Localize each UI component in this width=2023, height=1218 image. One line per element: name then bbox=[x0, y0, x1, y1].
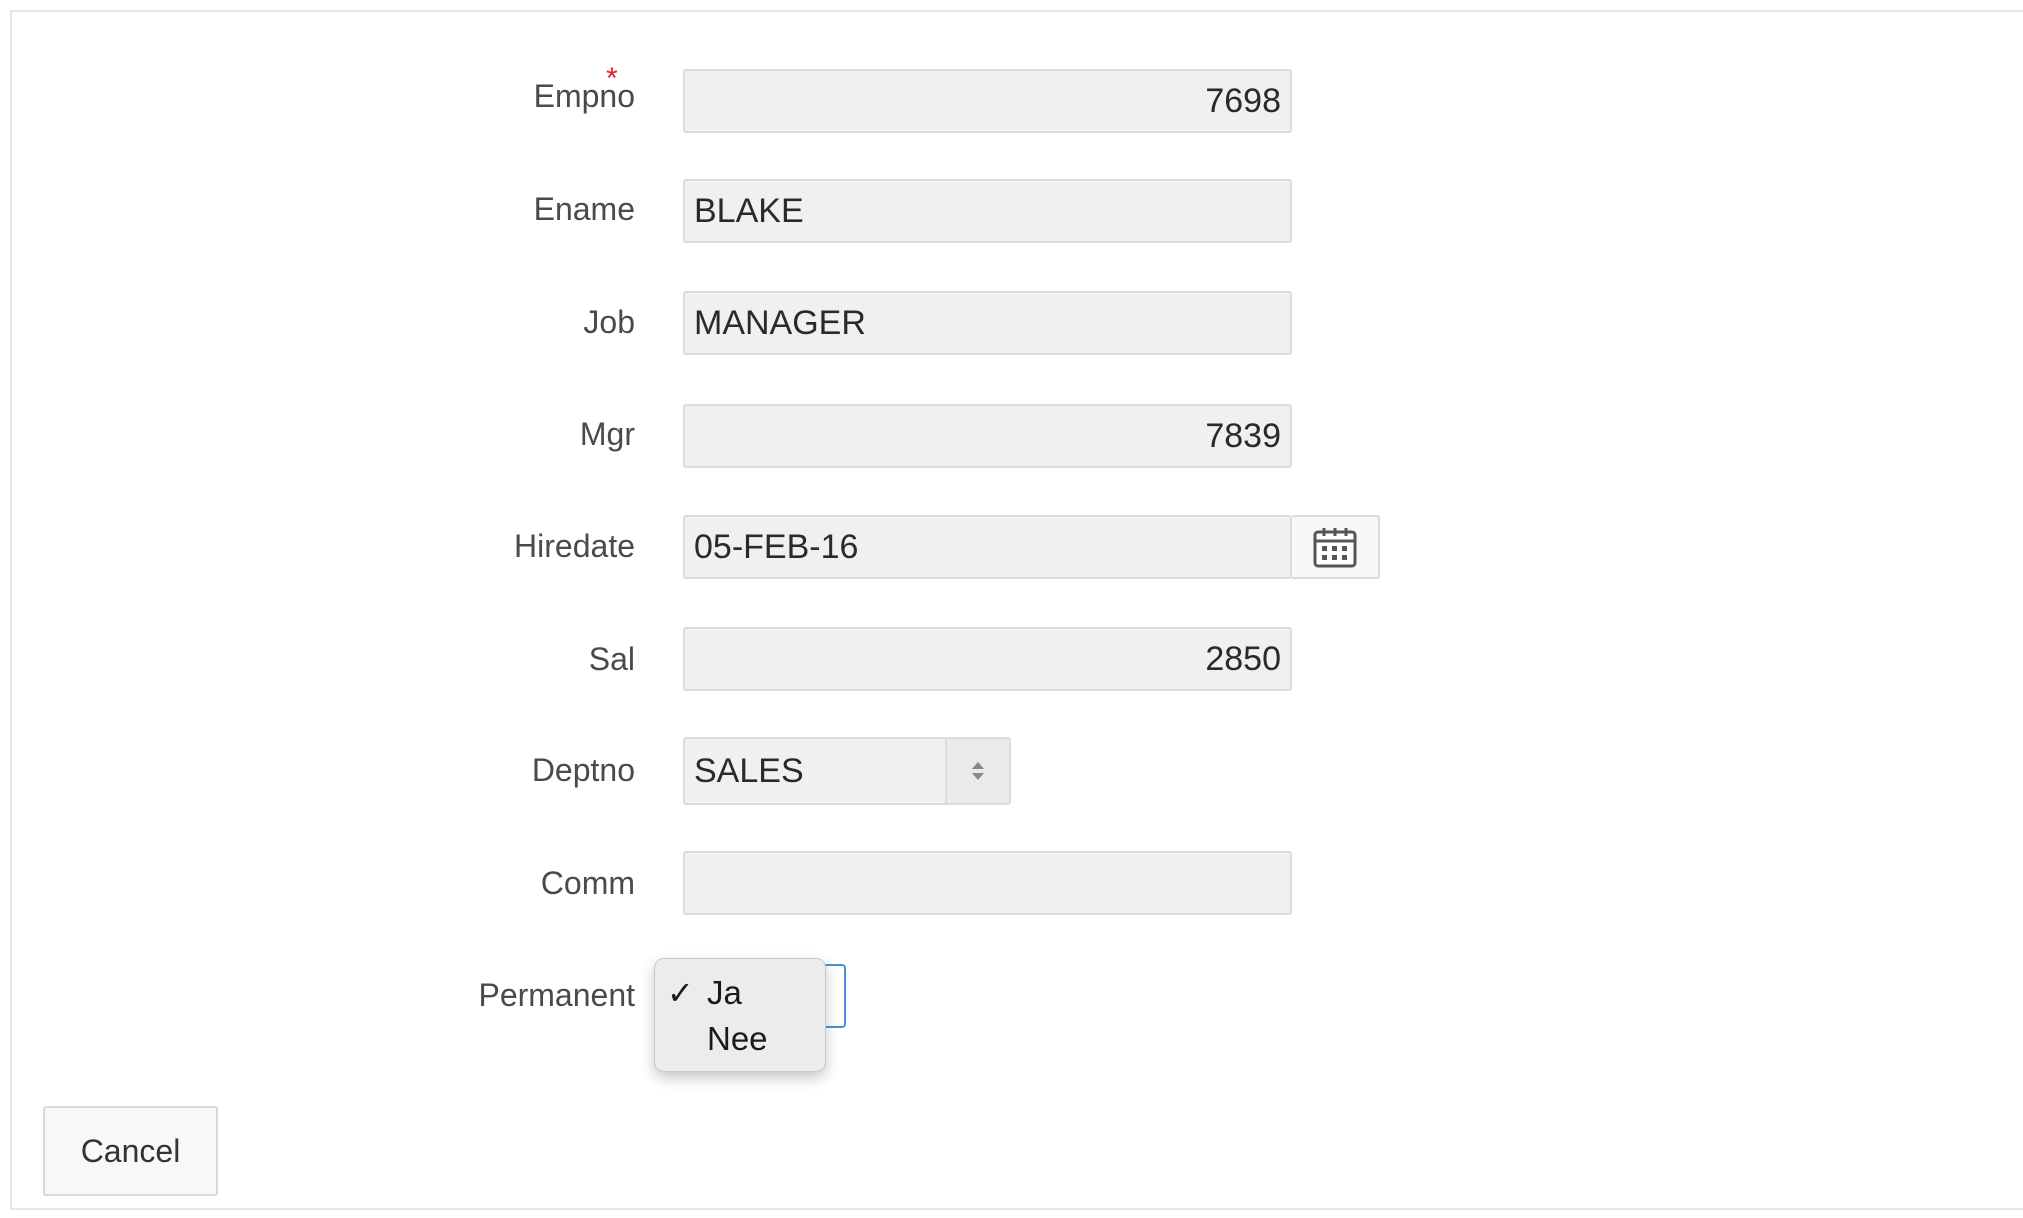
permanent-label: Permanent bbox=[478, 977, 635, 1013]
job-label: Job bbox=[583, 304, 635, 340]
sal-label: Sal bbox=[588, 641, 635, 677]
up-down-arrows-icon bbox=[945, 739, 1009, 803]
hiredate-label: Hiredate bbox=[514, 528, 635, 564]
check-icon: ✓ bbox=[667, 975, 694, 1011]
mgr-label: Mgr bbox=[579, 416, 635, 452]
permanent-dropdown-menu: ✓ Ja Nee bbox=[654, 958, 826, 1072]
calendar-button[interactable] bbox=[1292, 515, 1380, 579]
hiredate-field[interactable]: 05-FEB-16 bbox=[683, 515, 1292, 579]
sal-field[interactable]: 2850 bbox=[683, 627, 1292, 691]
required-indicator: * bbox=[606, 62, 618, 95]
mgr-field[interactable]: 7839 bbox=[683, 404, 1292, 468]
deptno-label: Deptno bbox=[531, 752, 635, 788]
ename-label: Ename bbox=[533, 191, 635, 227]
calendar-icon bbox=[1313, 528, 1357, 568]
ename-field[interactable]: BLAKE bbox=[683, 179, 1292, 243]
cancel-button[interactable]: Cancel bbox=[43, 1106, 218, 1196]
option-ja[interactable]: Ja bbox=[707, 973, 742, 1013]
comm-field[interactable] bbox=[683, 851, 1292, 915]
job-field[interactable]: MANAGER bbox=[683, 291, 1292, 355]
empno-field[interactable]: 7698 bbox=[683, 69, 1292, 133]
option-nee[interactable]: Nee bbox=[707, 1019, 768, 1059]
deptno-select[interactable]: SALES bbox=[683, 737, 1011, 805]
comm-label: Comm bbox=[540, 865, 635, 901]
empno-label: Empno bbox=[533, 78, 635, 114]
deptno-selected-value: SALES bbox=[694, 752, 804, 790]
